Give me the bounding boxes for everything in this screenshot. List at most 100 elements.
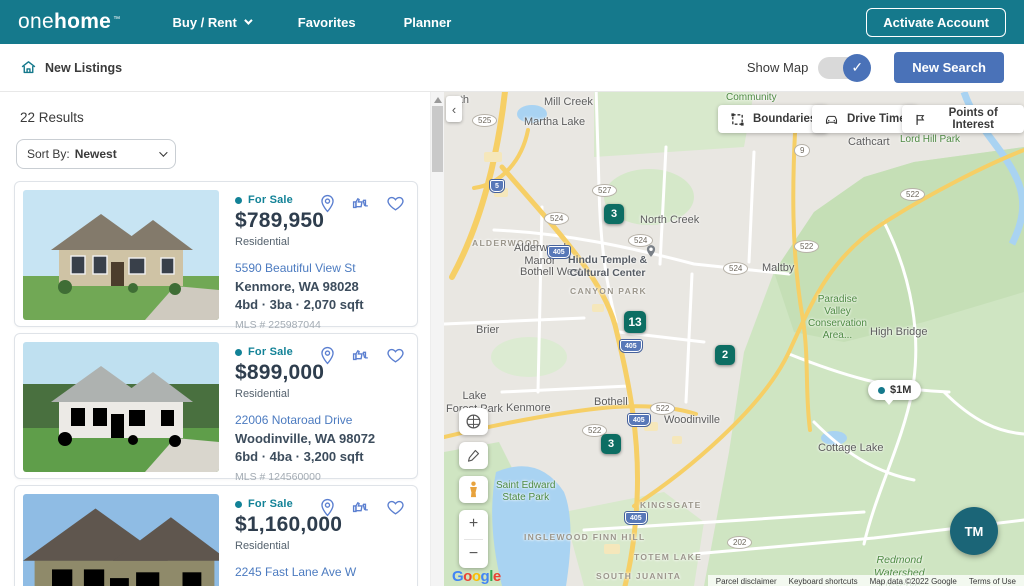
listing-card[interactable]: For Sale $1,160,000 Residential 2245 Fas… [14, 485, 418, 586]
map-cluster-marker[interactable]: 3 [601, 434, 621, 454]
show-map-toggle[interactable]: ✓ [818, 53, 872, 82]
car-icon [825, 115, 838, 124]
map-label: Cathcart [848, 136, 890, 148]
chevron-down-icon [243, 16, 253, 25]
map-label: KINGSGATE [640, 500, 702, 510]
listing-specs: 4bd · 3ba · 2,070 sqft [235, 297, 364, 312]
parcel-disclaimer-link[interactable]: Parcel disclaimer [716, 577, 777, 586]
map-label: Saint Edward State Park [496, 480, 556, 503]
map-pin-icon[interactable] [318, 194, 337, 213]
check-icon: ✓ [851, 59, 864, 75]
listing-address-link[interactable]: 5590 Beautiful View St [235, 261, 409, 275]
google-letter: e [492, 568, 501, 585]
house-icon [21, 61, 36, 74]
price-pin[interactable]: $1M [868, 380, 922, 405]
map-cluster-marker[interactable]: 2 [715, 345, 735, 365]
listing-address-link[interactable]: 22006 Notaroad Drive [235, 413, 409, 427]
onehome-logo[interactable]: one home ™ [18, 10, 120, 34]
map-cluster-marker[interactable]: 3 [604, 204, 624, 224]
user-avatar[interactable]: TM [950, 507, 998, 555]
interstate-shield: 405 [547, 245, 571, 259]
toggle-knob[interactable]: ✓ [843, 53, 872, 82]
price-pin-label: $1M [890, 384, 912, 396]
heart-icon[interactable] [386, 346, 405, 365]
new-search-button[interactable]: New Search [894, 52, 1004, 83]
boundaries-label: Boundaries [753, 113, 817, 125]
card-actions [318, 194, 405, 213]
map-label-poi: Hindu Temple & Cultural Center [568, 254, 648, 279]
status-badge: For Sale [248, 346, 294, 358]
map-cluster-marker[interactable]: 13 [624, 311, 646, 333]
listing-photo[interactable] [23, 494, 219, 586]
status-dot [235, 500, 242, 508]
listing-card[interactable]: For Sale $789,950 Residential 5590 Beaut… [14, 181, 418, 331]
card-actions [318, 346, 405, 365]
status-badge: For Sale [248, 498, 294, 510]
nav-favorites[interactable]: Favorites [298, 15, 356, 30]
pegman-icon [470, 481, 477, 498]
show-map-control: Show Map ✓ [747, 53, 872, 82]
google-letter: o [463, 568, 472, 585]
listing-specs: 6bd · 4ba · 3,200 sqft [235, 449, 364, 464]
property-type: Residential [235, 388, 290, 400]
map-label: Brier [476, 324, 500, 336]
map-label: Lord Hill Park [900, 134, 961, 145]
boundaries-icon [731, 112, 744, 126]
zoom-in-button[interactable]: + [459, 510, 488, 539]
heart-icon[interactable] [386, 194, 405, 213]
content-area: 22 Results Sort By: Newest For Sale $789… [0, 92, 1024, 586]
sort-label: Sort By: [27, 147, 70, 161]
map-pin-icon[interactable] [318, 498, 337, 517]
house-photo-illustration [23, 190, 219, 320]
map-pin-icon[interactable] [318, 346, 337, 365]
activate-account-button[interactable]: Activate Account [866, 7, 1006, 37]
collapse-panel-button[interactable]: ‹ [446, 96, 462, 122]
heart-icon[interactable] [386, 498, 405, 517]
nav-buy-rent[interactable]: Buy / Rent [172, 15, 253, 30]
thumbs-rate-icon[interactable] [352, 498, 371, 517]
scroll-up-arrow[interactable] [434, 97, 442, 103]
keyboard-shortcuts-link[interactable]: Keyboard shortcuts [789, 577, 858, 586]
interstate-shield: 5 [489, 179, 505, 193]
status-dot [235, 196, 242, 204]
listing-mls: MLS # 124560000 [235, 471, 321, 483]
listing-photo[interactable] [23, 342, 219, 472]
price-pin-dot [878, 386, 885, 394]
terms-of-use-link[interactable]: Terms of Use [969, 577, 1016, 586]
listing-city: Woodinville, WA 98072 [235, 431, 376, 446]
map-label: Cottage Lake [818, 442, 884, 454]
listing-mls: MLS # 225987044 [235, 319, 321, 331]
breadcrumb[interactable]: New Listings [20, 59, 122, 76]
google-letter: g [480, 568, 490, 585]
zoom-out-button[interactable]: − [459, 540, 488, 569]
toolbar: New Listings Show Map ✓ New Search [0, 44, 1024, 92]
street-view-pegman-button[interactable] [459, 476, 488, 503]
points-of-interest-label: Points of Interest [948, 107, 998, 131]
points-of-interest-button[interactable]: Points of Interest [902, 105, 1024, 133]
map-layers-button[interactable] [459, 408, 488, 435]
pencil-icon [467, 449, 480, 462]
map-label: INGLEWOOD FINN HILL [524, 532, 646, 542]
listing-photo[interactable] [23, 190, 219, 320]
listing-address-link[interactable]: 2245 Fast Lane Ave W [235, 565, 409, 579]
thumbs-rate-icon[interactable] [352, 346, 371, 365]
logo-home: home [53, 10, 112, 33]
scrollbar-thumb[interactable] [432, 106, 443, 172]
interstate-shield: 405 [624, 511, 648, 525]
listing-card[interactable]: For Sale $899,000 Residential 22006 Nota… [14, 333, 418, 483]
map-view[interactable]: orth od Mill Creek Community Martha Lake… [444, 92, 1024, 586]
card-actions [318, 498, 405, 517]
map-base [444, 92, 1024, 586]
map-label: Community [726, 92, 777, 103]
google-logo[interactable]: Google [452, 568, 501, 585]
thumbs-rate-icon[interactable] [352, 194, 371, 213]
sort-dropdown[interactable]: Sort By: Newest [16, 139, 176, 169]
property-type: Residential [235, 540, 290, 552]
results-scrollbar[interactable] [430, 92, 444, 586]
results-panel: 22 Results Sort By: Newest For Sale $789… [0, 92, 430, 586]
map-data-credit: Map data ©2022 Google [869, 577, 957, 586]
logo-trademark: ™ [113, 16, 121, 23]
nav-planner[interactable]: Planner [404, 15, 452, 30]
draw-button[interactable] [459, 442, 488, 469]
nav-planner-label: Planner [403, 14, 452, 30]
